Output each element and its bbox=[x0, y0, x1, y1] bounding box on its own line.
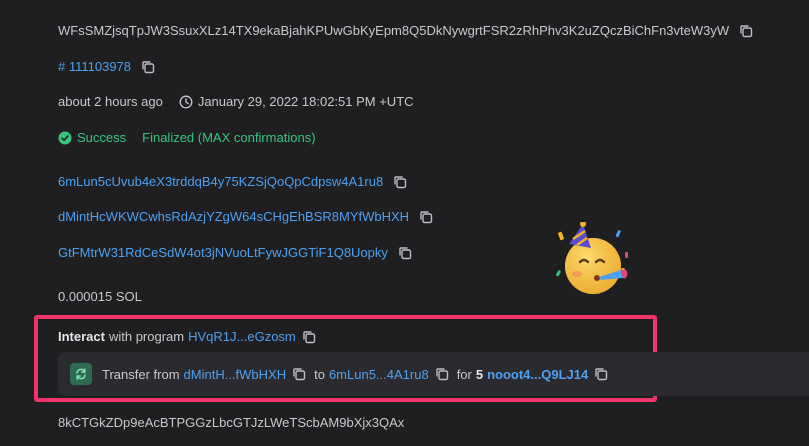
account-link[interactable]: 6mLun5cUvub4eX3trddqB4y75KZSjQoQpCdpsw4A… bbox=[58, 173, 383, 191]
next-signature-value: 8kCTGkZDp9eAcBTPGGzLbcGTJzLWeTScbAM9bXjx… bbox=[58, 415, 405, 430]
relative-time: about 2 hours ago bbox=[58, 94, 163, 109]
block-link[interactable]: # 111103978 bbox=[58, 58, 131, 76]
partying-face-emoji bbox=[555, 221, 635, 302]
transfer-to-label: to bbox=[314, 366, 325, 382]
copy-icon[interactable] bbox=[739, 24, 753, 38]
copy-icon[interactable] bbox=[393, 175, 407, 189]
absolute-time: January 29, 2022 18:02:51 PM +UTC bbox=[197, 94, 414, 109]
finality-status: Finalized (MAX confirmations) bbox=[142, 130, 316, 145]
copy-icon[interactable] bbox=[435, 367, 449, 381]
clock-icon bbox=[179, 95, 193, 109]
account-row: 6mLun5cUvub4eX3trddqB4y75KZSjQoQpCdpsw4A… bbox=[58, 173, 407, 191]
signature-row: WFsSMZjsqTpJW3SsuxXLz14TX9ekaBjahKPUwGbK… bbox=[58, 22, 753, 40]
copy-icon[interactable] bbox=[292, 367, 306, 381]
copy-icon[interactable] bbox=[141, 60, 155, 74]
copy-icon[interactable] bbox=[398, 246, 412, 260]
transfer-amount: 5 bbox=[475, 366, 484, 382]
check-circle-icon bbox=[58, 131, 72, 145]
copy-icon[interactable] bbox=[594, 367, 608, 381]
token-link[interactable]: nooot4...Q9LJ14 bbox=[487, 367, 588, 382]
copy-icon[interactable] bbox=[419, 210, 433, 224]
account-link[interactable]: dMintHcWKWCwhsRdAzjYZgW64sCHgEhBSR8MYfWb… bbox=[58, 208, 409, 226]
account-row: GtFMtrW31RdCeSdW4ot3jNVuoLtFywJGGTiF1Q8U… bbox=[58, 244, 412, 262]
copy-icon[interactable] bbox=[302, 330, 316, 344]
block-row: # 111103978 bbox=[58, 58, 155, 76]
status-row: Success Finalized (MAX confirmations) bbox=[58, 129, 316, 147]
interact-label: Interact bbox=[58, 329, 105, 344]
transfer-to-link[interactable]: 6mLun5...4A1ru8 bbox=[329, 367, 429, 382]
transfer-from-link[interactable]: dMintH...fWbHXH bbox=[184, 367, 287, 382]
transfer-instruction: Transfer from dMintH...fWbHXH to 6mLun5.… bbox=[58, 352, 809, 396]
status-badge: Success bbox=[77, 130, 127, 145]
time-row: about 2 hours ago January 29, 2022 18:02… bbox=[58, 93, 414, 111]
interact-with-program: with program bbox=[108, 329, 185, 344]
signature-value: WFsSMZjsqTpJW3SsuxXLz14TX9ekaBjahKPUwGbK… bbox=[58, 23, 730, 38]
swap-icon bbox=[70, 363, 92, 385]
next-signature-row: 8kCTGkZDp9eAcBTPGGzLbcGTJzLWeTScbAM9bXjx… bbox=[58, 414, 404, 432]
account-link[interactable]: GtFMtrW31RdCeSdW4ot3jNVuoLtFywJGGTiF1Q8U… bbox=[58, 244, 388, 262]
transaction-details: WFsSMZjsqTpJW3SsuxXLz14TX9ekaBjahKPUwGbK… bbox=[0, 0, 809, 446]
fee-value: 0.000015 SOL bbox=[58, 289, 142, 304]
account-row: dMintHcWKWCwhsRdAzjYZgW64sCHgEhBSR8MYfWb… bbox=[58, 208, 433, 226]
fee-row: 0.000015 SOL bbox=[58, 288, 142, 306]
transfer-for-label: for bbox=[456, 366, 472, 382]
interact-row: Interact with program HVqR1J...eGzosm bbox=[58, 328, 316, 346]
transfer-label: Transfer from bbox=[102, 366, 180, 382]
program-link[interactable]: HVqR1J...eGzosm bbox=[188, 328, 296, 346]
